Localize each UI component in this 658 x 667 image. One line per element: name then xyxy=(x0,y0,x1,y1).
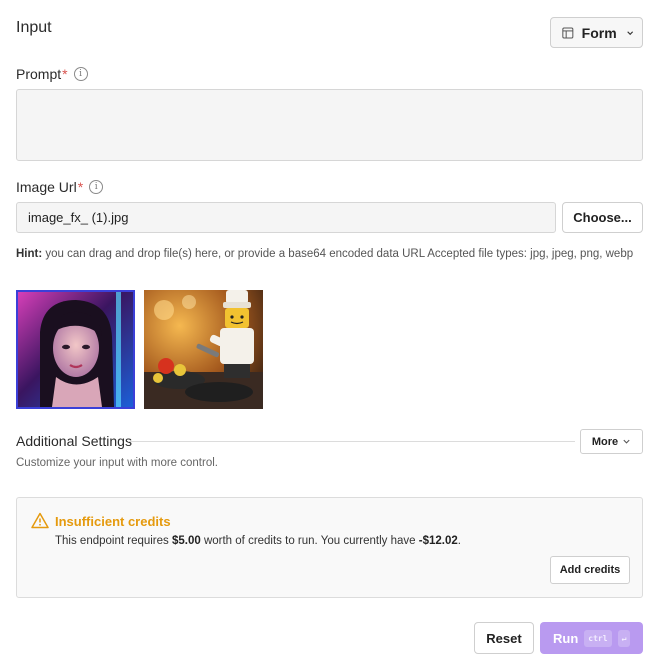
prompt-textarea[interactable] xyxy=(16,89,643,161)
insufficient-credits-panel: Insufficient credits This endpoint requi… xyxy=(16,497,643,598)
add-credits-button[interactable]: Add credits xyxy=(550,556,630,584)
required-amount: $5.00 xyxy=(171,535,201,547)
view-mode-dropdown[interactable]: Form xyxy=(550,17,643,48)
credits-text-part: worth of credits to run. You currently h… xyxy=(200,535,419,547)
more-settings-button[interactable]: More xyxy=(580,429,643,454)
image-url-label: Image Url xyxy=(16,179,77,195)
reset-button[interactable]: Reset xyxy=(474,622,534,654)
view-mode-label: Form xyxy=(581,24,617,41)
credits-warning-text: This endpoint requires $5.00 worth of cr… xyxy=(55,535,461,547)
divider xyxy=(128,441,575,442)
chevron-down-icon xyxy=(623,439,630,444)
lego-chef-thumbnail[interactable] xyxy=(144,290,263,409)
image-url-input[interactable]: image_fx_ (1).jpg xyxy=(16,202,556,233)
run-button[interactable]: Run ctrl ↵ xyxy=(540,622,643,654)
credits-text-part: This endpoint requires xyxy=(55,535,172,547)
more-label: More xyxy=(591,435,619,448)
prompt-label-row: Prompt * i xyxy=(16,66,88,82)
ctrl-key-hint: ctrl xyxy=(584,629,612,647)
warning-icon xyxy=(31,512,49,529)
credits-warning-title: Insufficient credits xyxy=(55,514,171,529)
portrait-thumbnail[interactable] xyxy=(16,290,135,409)
hint-body: you can drag and drop file(s) here, or p… xyxy=(42,248,634,260)
chevron-down-icon xyxy=(626,30,633,35)
additional-settings-label: Additional Settings xyxy=(16,433,132,449)
portrait-image xyxy=(18,292,133,407)
run-label: Run xyxy=(553,630,579,646)
lego-chef-image xyxy=(144,290,263,409)
form-layout-icon xyxy=(562,26,574,39)
info-icon[interactable]: i xyxy=(73,67,88,81)
required-mark: * xyxy=(77,179,84,195)
required-mark: * xyxy=(62,66,68,82)
choose-file-button[interactable]: Choose... xyxy=(562,202,643,233)
additional-settings-subtitle: Customize your input with more control. xyxy=(16,457,218,469)
current-balance: -$12.02 xyxy=(418,535,458,547)
hint-prefix: Hint: xyxy=(16,248,43,260)
prompt-label: Prompt xyxy=(16,66,62,82)
hint-text: Hint: you can drag and drop file(s) here… xyxy=(16,246,636,262)
enter-key-icon: ↵ xyxy=(617,629,631,647)
credits-text-part: . xyxy=(457,535,461,547)
page-title: Input xyxy=(16,19,52,36)
info-icon[interactable]: i xyxy=(89,180,104,194)
image-url-label-row: Image Url * i xyxy=(16,179,104,195)
